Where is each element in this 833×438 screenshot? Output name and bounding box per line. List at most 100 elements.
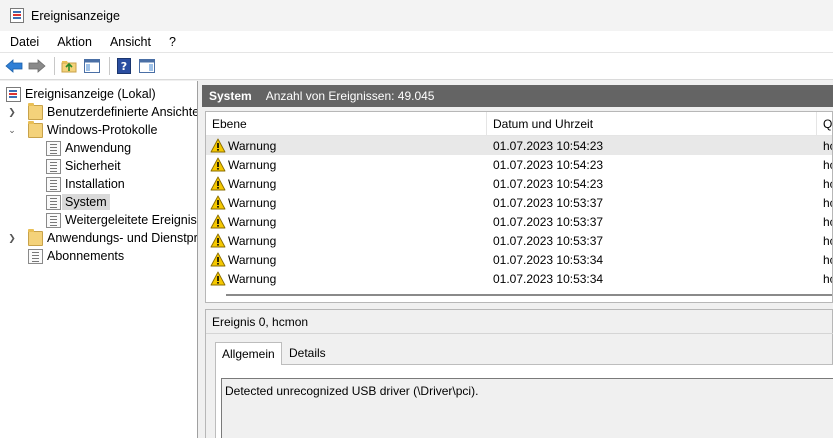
event-datetime: 01.07.2023 10:53:34 [493, 252, 604, 267]
event-row[interactable]: Warnung 01.07.2023 10:53:37 hcmon [206, 212, 832, 231]
event-level-cell: Warnung [210, 212, 276, 231]
toolbar-separator [54, 57, 55, 75]
tree-item-label: Anwendung [65, 141, 132, 155]
event-level: Warnung [228, 252, 277, 267]
detail-title: Ereignis 0, hcmon [212, 315, 309, 329]
event-row[interactable]: Warnung 01.07.2023 10:54:23 hcmon [206, 155, 832, 174]
svg-text:?: ? [121, 60, 127, 73]
event-datetime: 01.07.2023 10:53:37 [493, 233, 604, 248]
column-header-source[interactable]: Quelle [817, 112, 832, 136]
event-level-cell: Warnung [210, 193, 276, 212]
folder-icon [28, 102, 43, 120]
log-header-bar: System Anzahl von Ereignissen: 49.045 [202, 85, 833, 107]
event-datetime: 01.07.2023 10:53:37 [493, 214, 604, 229]
chevron-down-icon[interactable]: ⌄ [7, 125, 17, 135]
tree-item-label: Benutzerdefinierte Ansichten [47, 105, 198, 119]
tree-item-installation[interactable]: Installation [46, 175, 125, 193]
event-level-cell: Warnung [210, 155, 276, 174]
event-datetime: 01.07.2023 10:54:23 [493, 138, 604, 153]
log-icon [46, 176, 61, 192]
warning-icon [210, 252, 226, 267]
warning-icon [210, 157, 226, 172]
event-source: hcmon [823, 157, 832, 172]
tree-item-custom-views[interactable]: ❯ Benutzerdefinierte Ansichten [7, 102, 198, 121]
show-hide-tree-icon[interactable] [82, 56, 102, 76]
event-list: Ebene Datum und Uhrzeit Quelle Warnung 01… [205, 111, 833, 303]
tree-item-anwendung[interactable]: Anwendung [46, 139, 131, 157]
tree-item-root[interactable]: Ereignisanzeige (Lokal) [6, 85, 156, 103]
folder-up-icon[interactable] [59, 56, 79, 76]
event-source: hcmon [823, 233, 832, 248]
tree-item-label: Anwendungs- und Dienstprotokolle [47, 231, 198, 245]
event-source: hcmon [823, 176, 832, 191]
event-level-cell: Warnung [210, 269, 276, 288]
chevron-right-icon[interactable]: ❯ [7, 107, 17, 117]
event-source: hcmon [823, 195, 832, 210]
warning-icon [210, 214, 226, 229]
horizontal-scrollbar[interactable] [226, 294, 832, 296]
tree-item-label: Abonnements [47, 249, 125, 263]
event-viewer-icon [10, 8, 24, 23]
event-datetime: 01.07.2023 10:54:23 [493, 176, 604, 191]
event-level: Warnung [228, 214, 277, 229]
event-row[interactable]: Warnung 01.07.2023 10:53:34 hcmon [206, 269, 832, 288]
menu-aktion[interactable]: Aktion [49, 35, 100, 49]
event-source: hcmon [823, 138, 832, 153]
tree-item-label: Installation [65, 177, 125, 191]
event-level: Warnung [228, 176, 277, 191]
warning-icon [210, 138, 226, 153]
tree-item-label: Weitergeleitete Ereignisse [65, 213, 198, 227]
event-detail-pane: Ereignis 0, hcmon Allgemein Details Dete… [205, 309, 833, 438]
chevron-right-icon[interactable]: ❯ [7, 233, 17, 243]
event-row[interactable]: Warnung 01.07.2023 10:53:34 hcmon [206, 250, 832, 269]
warning-icon [210, 233, 226, 248]
event-level: Warnung [228, 233, 277, 248]
column-header-datetime[interactable]: Datum und Uhrzeit [487, 112, 817, 136]
tree-item-sicherheit[interactable]: Sicherheit [46, 157, 121, 175]
event-source: hcmon [823, 252, 832, 267]
detail-divider [206, 333, 833, 334]
event-level: Warnung [228, 271, 277, 286]
event-row[interactable]: Warnung 01.07.2023 10:53:37 hcmon [206, 193, 832, 212]
tree-item-subscriptions[interactable]: Abonnements [28, 247, 124, 265]
forward-icon[interactable] [27, 56, 47, 76]
menu-datei[interactable]: Datei [2, 35, 47, 49]
tab-allgemein[interactable]: Allgemein [215, 342, 282, 365]
log-title: System [209, 89, 252, 103]
toolbar-separator [109, 57, 110, 75]
event-description: Detected unrecognized USB driver (\Drive… [225, 384, 479, 398]
tab-details[interactable]: Details [283, 342, 332, 364]
tree-item-label: Sicherheit [65, 159, 121, 173]
tree-item-system[interactable]: System [46, 193, 110, 211]
event-level-cell: Warnung [210, 250, 276, 269]
log-icon [46, 140, 61, 156]
column-header-level[interactable]: Ebene [206, 112, 487, 136]
warning-icon [210, 195, 226, 210]
tree-item-forwarded-events[interactable]: Weitergeleitete Ereignisse [46, 211, 198, 229]
tree-item-windows-logs[interactable]: ⌄ Windows-Protokolle [7, 120, 157, 139]
show-hide-action-pane-icon[interactable] [137, 56, 157, 76]
event-datetime: 01.07.2023 10:53:37 [493, 195, 604, 210]
toolbar: ? [0, 53, 833, 80]
warning-icon [210, 176, 226, 191]
event-level-cell: Warnung [210, 231, 276, 250]
event-row[interactable]: Warnung 01.07.2023 10:53:37 hcmon [206, 231, 832, 250]
event-viewer-icon [6, 86, 21, 102]
back-icon[interactable] [4, 56, 24, 76]
console-tree: Ereignisanzeige (Lokal) ❯ Benutzerdefini… [0, 81, 198, 438]
tree-item-label: System [62, 194, 110, 210]
folder-icon [28, 228, 43, 246]
menu-ansicht[interactable]: Ansicht [102, 35, 159, 49]
menu-help[interactable]: ? [161, 35, 184, 49]
title-bar: Ereignisanzeige [0, 0, 833, 31]
tree-item-app-services-logs[interactable]: ❯ Anwendungs- und Dienstprotokolle [7, 228, 198, 247]
folder-icon [28, 120, 43, 138]
event-row[interactable]: Warnung 01.07.2023 10:54:23 hcmon [206, 174, 832, 193]
event-level: Warnung [228, 157, 277, 172]
event-description-box[interactable]: Detected unrecognized USB driver (\Drive… [221, 378, 833, 438]
menu-bar: Datei Aktion Ansicht ? [0, 31, 833, 53]
event-source: hcmon [823, 214, 832, 229]
event-row[interactable]: Warnung 01.07.2023 10:54:23 hcmon [206, 136, 832, 155]
help-icon[interactable]: ? [114, 56, 134, 76]
event-level-cell: Warnung [210, 136, 276, 155]
